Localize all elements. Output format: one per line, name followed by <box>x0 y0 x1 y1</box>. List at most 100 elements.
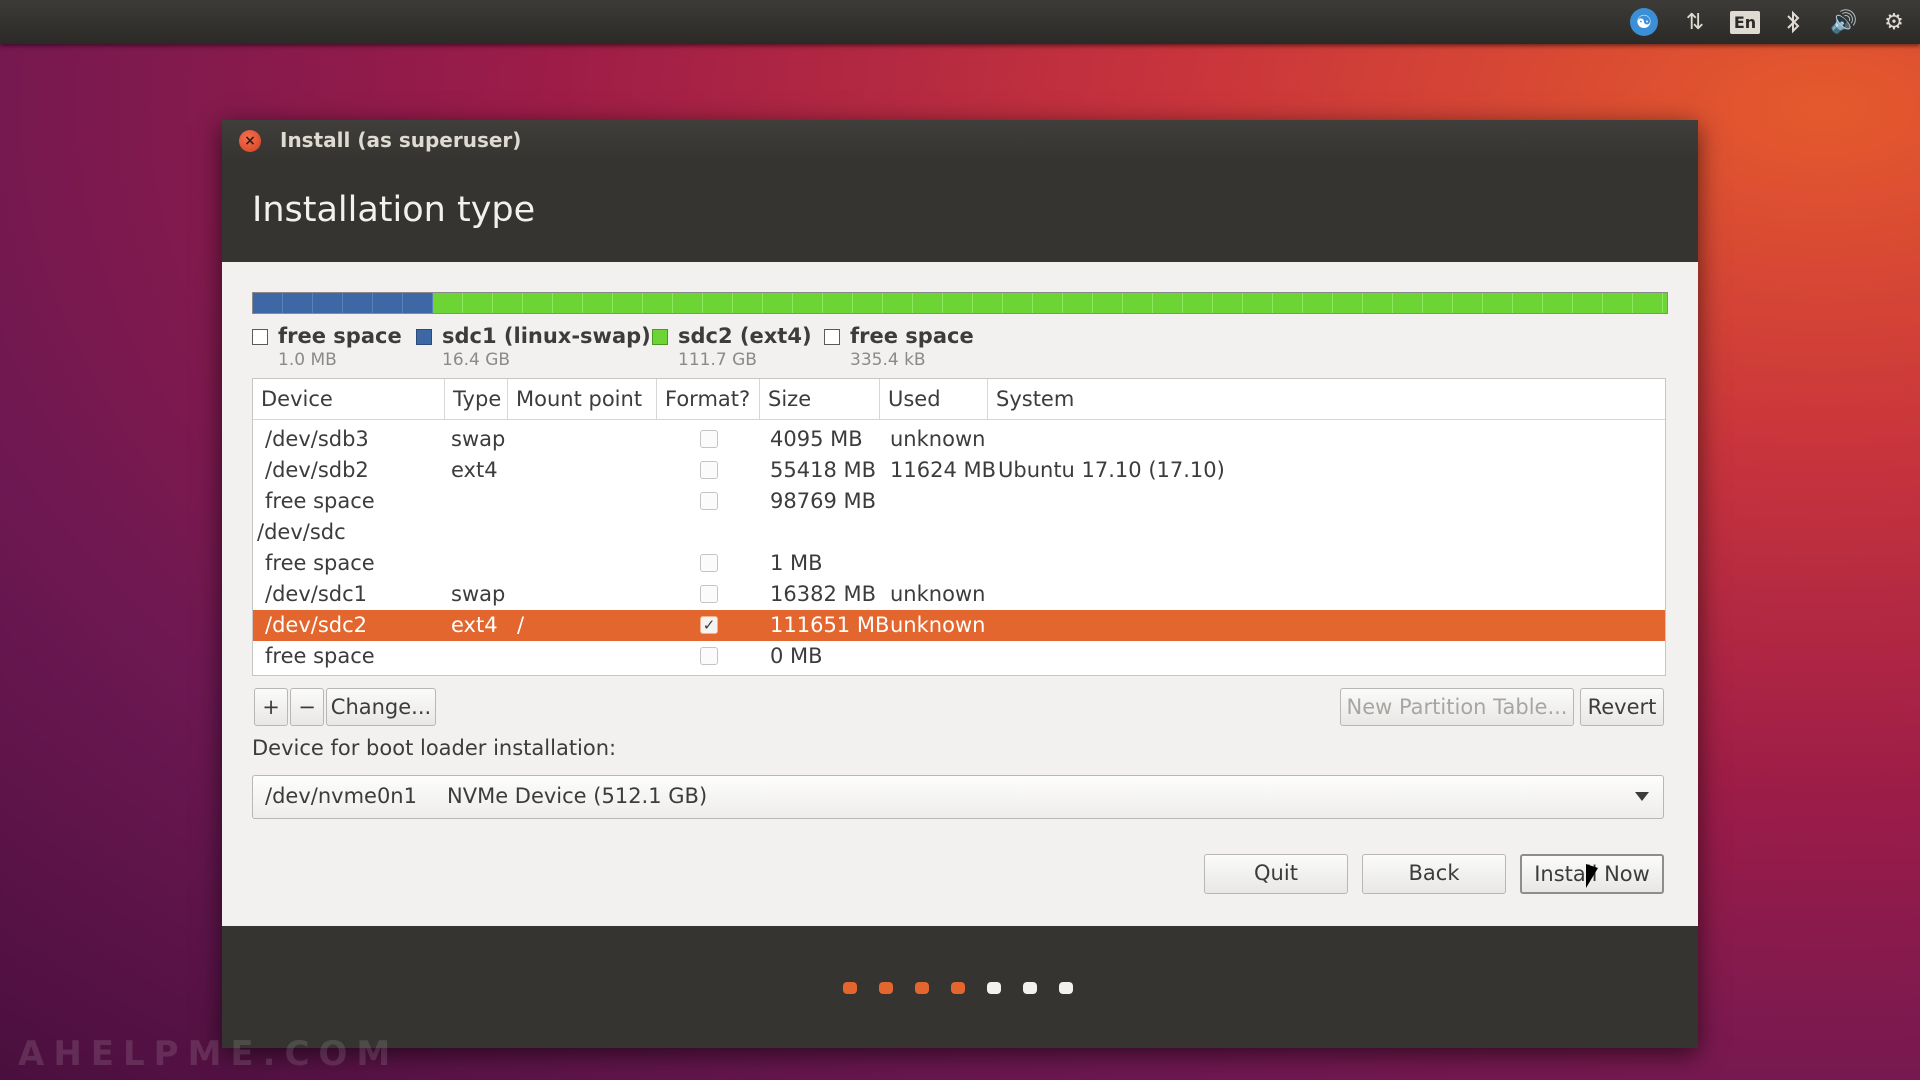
accessibility-icon: ☯ <box>1630 8 1658 36</box>
cell-size: 16382 MB <box>770 582 877 606</box>
legend-name: sdc1 (linux-swap) <box>442 324 651 348</box>
cell-type: ext4 <box>451 613 498 637</box>
language-label: En <box>1729 10 1761 34</box>
keyboard-layout-indicator[interactable]: En <box>1729 6 1761 38</box>
table-row[interactable]: /dev/sdc <box>253 517 1665 548</box>
column-header-size[interactable]: Size <box>760 379 880 419</box>
legend-size: 1.0 MB <box>278 350 337 370</box>
page-header: Installation type <box>222 162 1698 262</box>
format-checkbox[interactable] <box>700 492 718 510</box>
table-header: Device Type Mount point Format? Size Use… <box>253 379 1665 420</box>
back-button[interactable]: Back <box>1362 854 1506 894</box>
page-title: Installation type <box>252 190 536 230</box>
mouse-cursor-icon <box>1586 864 1598 888</box>
progress-dot-pending <box>987 982 1001 994</box>
table-row-selected[interactable]: /dev/sdc2 ext4 / ✓ 111651 MB unknown <box>253 610 1665 641</box>
cell-size: 98769 MB <box>770 489 877 513</box>
cell-type: swap <box>451 427 506 451</box>
bootloader-device: /dev/nvme0n1 <box>265 784 417 808</box>
legend-swatch <box>416 329 432 345</box>
column-header-format[interactable]: Format? <box>657 379 760 419</box>
format-checkbox[interactable] <box>700 461 718 479</box>
window-title: Install (as superuser) <box>280 128 522 152</box>
column-header-device[interactable]: Device <box>253 379 445 419</box>
bootloader-device-description: NVMe Device (512.1 GB) <box>447 784 708 808</box>
cell-used: unknown <box>890 427 986 451</box>
cell-mount-point: / <box>517 613 525 637</box>
close-window-button[interactable]: × <box>239 130 261 152</box>
partition-bar <box>252 292 1668 314</box>
progress-dot-complete <box>951 982 965 994</box>
cell-system: Ubuntu 17.10 (17.10) <box>998 458 1225 482</box>
cell-type: ext4 <box>451 458 498 482</box>
table-row[interactable]: free space 0 MB <box>253 641 1665 672</box>
legend-size: 16.4 GB <box>442 350 511 370</box>
progress-dot-complete <box>879 982 893 994</box>
system-menu-indicator[interactable]: ⚙ <box>1878 6 1910 38</box>
quit-button[interactable]: Quit <box>1204 854 1348 894</box>
watermark: AHELPME.COM <box>18 1034 400 1074</box>
network-indicator[interactable]: ⇅ <box>1680 6 1710 38</box>
cell-device: /dev/sdb3 <box>265 427 369 451</box>
revert-button[interactable]: Revert <box>1580 688 1664 726</box>
add-partition-button[interactable]: + <box>254 688 288 726</box>
legend-swatch <box>252 329 268 345</box>
table-row[interactable]: /dev/sdc1 swap 16382 MB unknown <box>253 579 1665 610</box>
table-row[interactable]: /dev/sdb2 ext4 55418 MB 11624 MB Ubuntu … <box>253 455 1665 486</box>
cell-device: /dev/sdb2 <box>265 458 369 482</box>
new-partition-table-button[interactable]: New Partition Table... <box>1340 688 1574 726</box>
format-checkbox-checked[interactable]: ✓ <box>700 616 718 634</box>
format-checkbox[interactable] <box>700 647 718 665</box>
legend-name: sdc2 (ext4) <box>678 324 812 348</box>
cell-type: swap <box>451 582 506 606</box>
column-header-system[interactable]: System <box>988 379 1665 419</box>
legend-size: 111.7 GB <box>678 350 757 370</box>
cell-device: free space <box>265 551 375 575</box>
legend-size: 335.4 kB <box>850 350 926 370</box>
format-checkbox[interactable] <box>700 430 718 448</box>
table-row[interactable]: /dev/sdb3 swap 4095 MB unknown <box>253 424 1665 455</box>
column-header-used[interactable]: Used <box>880 379 988 419</box>
change-partition-button[interactable]: Change... <box>326 688 436 726</box>
network-updown-icon: ⇅ <box>1685 9 1705 35</box>
gear-icon: ⚙ <box>1884 9 1904 35</box>
format-checkbox[interactable] <box>700 554 718 572</box>
installer-window: × Install (as superuser) Installation ty… <box>222 120 1698 1048</box>
progress-dot-pending <box>1023 982 1037 994</box>
partition-table: Device Type Mount point Format? Size Use… <box>252 378 1666 676</box>
volume-indicator[interactable]: 🔊 <box>1826 6 1862 38</box>
column-header-mount-point[interactable]: Mount point <box>508 379 657 419</box>
cell-size: 0 MB <box>770 644 823 668</box>
cell-used: unknown <box>890 613 986 637</box>
legend-name: free space <box>278 324 402 348</box>
cell-used: 11624 MB <box>890 458 997 482</box>
remove-partition-button[interactable]: − <box>290 688 324 726</box>
cell-device: free space <box>265 644 375 668</box>
accessibility-indicator[interactable]: ☯ <box>1628 6 1660 38</box>
legend-name: free space <box>850 324 974 348</box>
volume-icon: 🔊 <box>1830 9 1858 35</box>
cell-used: unknown <box>890 582 986 606</box>
bootloader-device-select[interactable]: /dev/nvme0n1 NVMe Device (512.1 GB) <box>252 775 1664 819</box>
checkmark-icon: ✓ <box>702 616 716 634</box>
cell-size: 111651 MB <box>770 613 890 637</box>
legend-swatch <box>652 329 668 345</box>
close-icon: × <box>244 133 256 149</box>
progress-dot-pending <box>1059 982 1073 994</box>
cell-size: 1 MB <box>770 551 823 575</box>
table-row[interactable]: free space 1 MB <box>253 548 1665 579</box>
column-header-type[interactable]: Type <box>445 379 508 419</box>
progress-dot-complete <box>843 982 857 994</box>
chevron-down-icon <box>1635 792 1649 801</box>
bootloader-label: Device for boot loader installation: <box>252 736 617 760</box>
progress-dot-complete <box>915 982 929 994</box>
table-row[interactable]: free space 98769 MB <box>253 486 1665 517</box>
cell-device: /dev/sdc2 <box>265 613 368 637</box>
cell-device: free space <box>265 489 375 513</box>
bluetooth-indicator[interactable] <box>1778 6 1808 38</box>
legend-swatch <box>824 329 840 345</box>
bluetooth-icon <box>1787 10 1800 34</box>
partition-bar-segment-ext4 <box>433 293 1667 313</box>
format-checkbox[interactable] <box>700 585 718 603</box>
cell-size: 55418 MB <box>770 458 877 482</box>
